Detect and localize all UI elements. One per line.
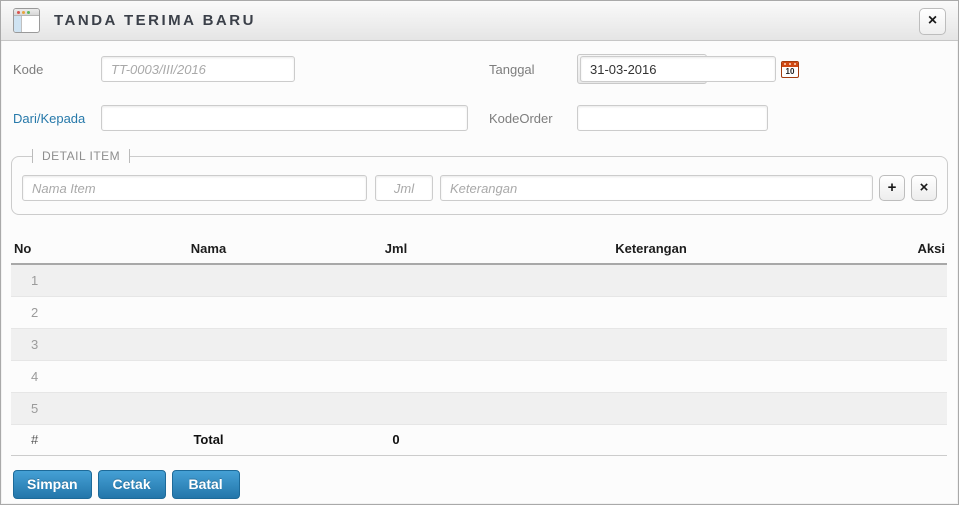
footer-total-label: Total (66, 423, 351, 456)
kode-order-input[interactable] (577, 105, 768, 131)
table-row: 5 (11, 392, 947, 425)
table-row: 4 (11, 360, 947, 393)
table-row: 2 (11, 296, 947, 329)
close-icon[interactable]: × (919, 8, 946, 35)
nama-item-input[interactable] (22, 175, 367, 201)
footer-hash: # (11, 423, 66, 456)
dialog-header: TANDA TERIMA BARU × (1, 1, 958, 41)
save-button[interactable]: Simpan (13, 469, 92, 499)
table-footer-row: # Total 0 (11, 423, 947, 456)
keterangan-input[interactable] (440, 175, 873, 201)
items-table-wrap: No Nama Jml Keterangan Aksi 1 2 3 4 5 # … (11, 237, 947, 456)
col-header-nama: Nama (66, 237, 351, 265)
col-header-aksi: Aksi (861, 237, 947, 265)
tanggal-input[interactable] (580, 56, 776, 82)
col-header-no: No (11, 237, 66, 265)
items-table: No Nama Jml Keterangan Aksi 1 2 3 4 5 # … (11, 237, 947, 456)
table-row: 1 (11, 264, 947, 297)
print-button[interactable]: Cetak (97, 469, 166, 499)
tanda-terima-dialog: TANDA TERIMA BARU × Kode Tanggal 10 Dari… (0, 0, 959, 505)
kode-input[interactable] (101, 56, 295, 82)
dari-kepada-input[interactable] (101, 105, 468, 131)
dari-kepada-label[interactable]: Dari/Kepada (13, 111, 101, 126)
action-bar: Simpan Cetak Batal (13, 469, 958, 499)
table-header-row: No Nama Jml Keterangan Aksi (11, 237, 947, 265)
tanggal-label: Tanggal (489, 61, 535, 77)
calendar-icon[interactable]: 10 (781, 60, 799, 78)
col-header-keterangan: Keterangan (441, 237, 861, 265)
kode-label: Kode (13, 61, 44, 77)
tanggal-field: 10 (577, 54, 799, 84)
kode-order-label: KodeOrder (489, 110, 553, 126)
table-body: 1 2 3 4 5 (11, 264, 947, 425)
col-header-jml: Jml (351, 237, 441, 265)
jml-input[interactable] (375, 175, 433, 201)
table-row: 3 (11, 328, 947, 361)
add-item-icon[interactable]: + (879, 175, 905, 201)
dialog-title: TANDA TERIMA BARU (54, 12, 256, 29)
cancel-button[interactable]: Batal (171, 469, 240, 499)
clear-item-icon[interactable]: × (911, 175, 937, 201)
detail-item-legend: DETAIL ITEM (32, 149, 131, 163)
footer-total-value: 0 (351, 423, 441, 456)
detail-item-fieldset: DETAIL ITEM + × (11, 149, 948, 215)
window-icon (13, 8, 40, 33)
form-area: Kode Tanggal 10 Dari/Kepada KodeOrder (1, 41, 958, 131)
